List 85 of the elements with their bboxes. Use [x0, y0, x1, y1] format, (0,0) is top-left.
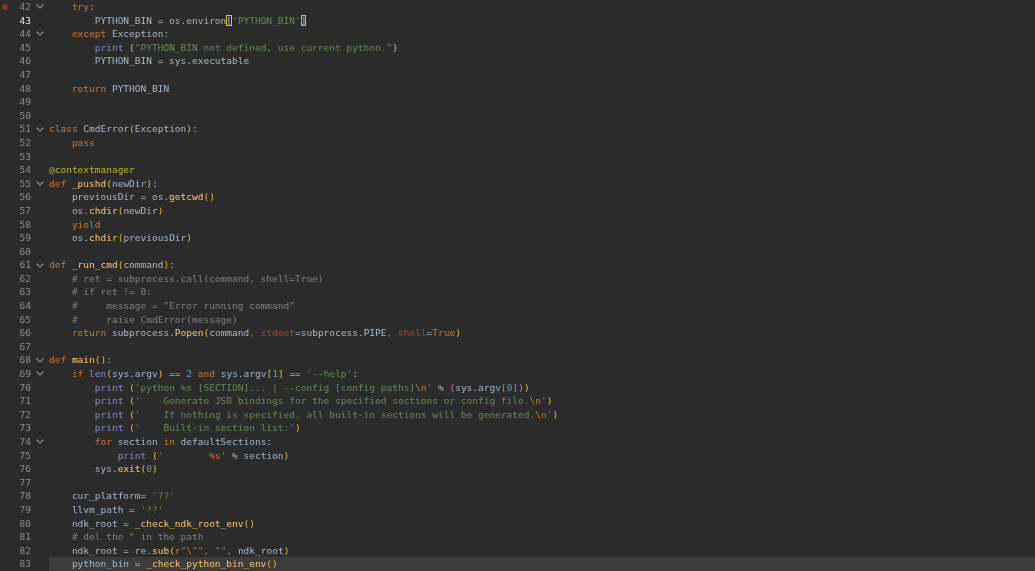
line-number: 62	[18, 271, 31, 286]
line-number: 57	[18, 203, 31, 218]
code-line: print ('python %s [SECTION]... | --config [config paths]\n' % (sys.argv[0]))	[93, 380, 531, 395]
line-number: 75	[18, 448, 31, 463]
line-number: 70	[18, 380, 31, 395]
line-number: 47	[18, 67, 31, 82]
code-line: # ret = subprocess.call(command, shell=True)	[70, 271, 325, 286]
code-line: return PYTHON_BIN	[70, 81, 171, 96]
code-line: yield	[70, 217, 102, 232]
code-line: # message = "Error running command"	[70, 299, 296, 313]
code-line: os.chdir(newDir)	[70, 203, 165, 218]
code-line: class CmdError(Exception):	[49, 122, 199, 136]
line-number: 46	[18, 54, 31, 68]
line-number: 60	[18, 244, 31, 259]
code-line: if len(sys.argv) == 2 and sys.argv[1] == '--help':	[70, 367, 360, 381]
code-line: ndk_root = re.sub(r"\"", "", ndk_root)	[70, 543, 291, 558]
line-number: 58	[18, 217, 31, 232]
chevron-down-icon[interactable]	[36, 126, 44, 132]
code-line: cur_platform= '??'	[70, 489, 176, 503]
code-line: pass	[70, 135, 96, 150]
line-number: 82	[18, 543, 31, 558]
line-number: 68	[18, 353, 31, 368]
line-number: 49	[18, 95, 31, 109]
code-line: PYTHON_BIN = os.environ['PYTHON_BIN']	[93, 13, 308, 28]
code-line: PYTHON_BIN = sys.executable	[93, 54, 251, 68]
code-line: return subprocess.Popen(command, stdout=subprocess.PIPE, shell=True)	[70, 326, 462, 340]
code-line: @contextmanager	[49, 163, 136, 177]
line-number: 43	[18, 13, 31, 28]
line-number: 65	[18, 312, 31, 327]
code-line: print (' Built-in section list:')	[93, 421, 302, 435]
line-number: 73	[18, 421, 31, 435]
code-line: # del the " in the path	[70, 530, 205, 544]
code-line: def _pushd(newDir):	[49, 176, 159, 191]
code-line: print (' Generate JSB bindings for the specified sections or config file.\n')	[93, 394, 554, 408]
line-number: 48	[18, 81, 31, 96]
line-number: 76	[18, 462, 31, 476]
breakpoint-dot[interactable]	[2, 3, 8, 10]
code-line: try:	[70, 0, 96, 14]
line-number: 77	[18, 475, 31, 490]
line-number: 54	[18, 163, 31, 177]
code-line: print ("PYTHON_BIN not defined, use current python.")	[93, 40, 399, 55]
line-number: 69	[18, 367, 31, 381]
line-number: 53	[18, 149, 31, 164]
code-line: # raise CmdError(message)	[70, 312, 239, 327]
code-line: def _run_cmd(command):	[49, 258, 176, 272]
line-number: 50	[18, 108, 31, 123]
chevron-down-icon[interactable]	[36, 4, 44, 10]
line-number: 52	[18, 135, 31, 150]
line-number: 61	[18, 258, 31, 272]
chevron-down-icon[interactable]	[36, 439, 44, 445]
chevron-down-icon[interactable]	[36, 357, 44, 363]
chevron-down-icon[interactable]	[36, 262, 44, 268]
line-number: 56	[18, 190, 31, 204]
code-line: # if ret != 0:	[70, 285, 153, 300]
line-number: 80	[18, 516, 31, 531]
line-number: 66	[18, 326, 31, 340]
chevron-down-icon[interactable]	[36, 371, 44, 377]
line-number: 55	[18, 176, 31, 191]
line-number: 44	[18, 27, 31, 41]
line-number: 71	[18, 394, 31, 408]
code-line: os.chdir(previousDir)	[70, 231, 194, 245]
line-number: 83	[18, 557, 31, 571]
line-number: 64	[18, 299, 31, 313]
code-line: ndk_root = _check_ndk_root_env()	[70, 516, 256, 531]
line-number: 78	[18, 489, 31, 503]
line-number: 51	[18, 122, 31, 136]
line-number: 63	[18, 285, 31, 300]
code-line: print (' %s' % section)	[116, 448, 291, 463]
chevron-down-icon[interactable]	[36, 31, 44, 37]
line-number: 79	[18, 502, 31, 517]
line-number: 42	[18, 0, 31, 14]
line-number: 81	[18, 530, 31, 544]
code-line: previousDir = os.getcwd()	[70, 190, 216, 204]
code-line: print (' If nothing is specified, all built-in sections will be generated.\n')	[93, 407, 560, 422]
code-line: sys.exit(0)	[93, 462, 159, 476]
chevron-down-icon[interactable]	[36, 181, 44, 186]
line-number: 45	[18, 40, 31, 55]
line-number: 74	[18, 435, 31, 449]
line-number: 67	[18, 339, 31, 354]
code-line: llvm_path = '??'	[70, 502, 165, 517]
line-number: 72	[18, 407, 31, 422]
line-number: 59	[18, 231, 31, 245]
code-line: for section in defaultSections:	[93, 435, 274, 449]
code-line: except Exception:	[70, 27, 171, 41]
code-line: def main():	[49, 353, 113, 368]
